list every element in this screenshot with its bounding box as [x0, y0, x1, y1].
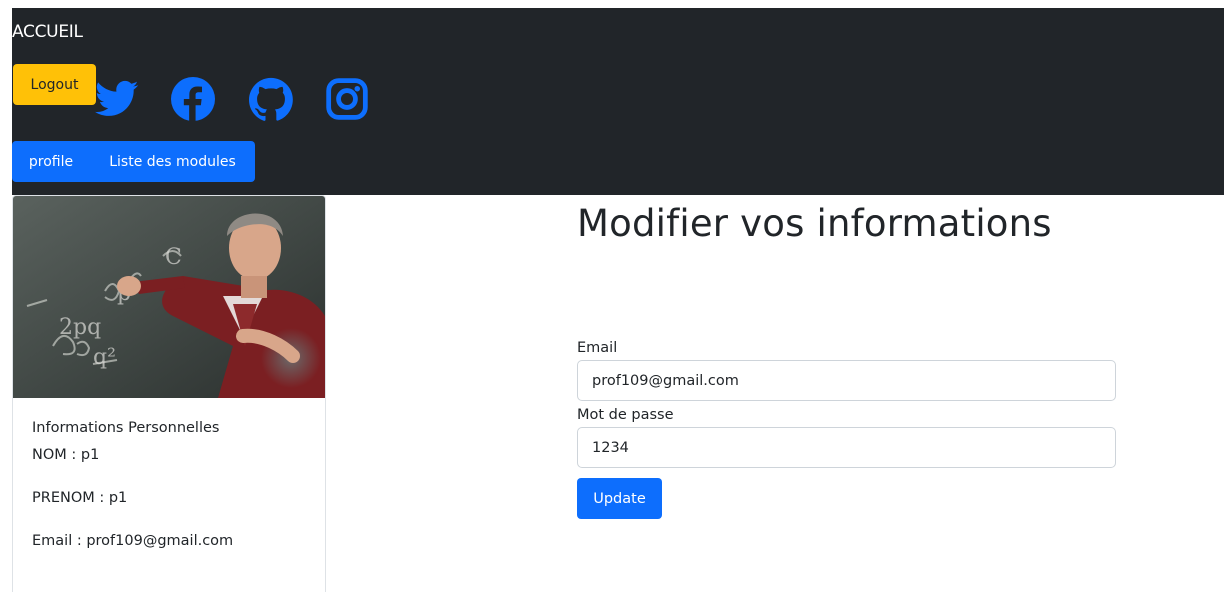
profile-nav-button[interactable]: profile [12, 141, 90, 182]
svg-text:2pq: 2pq [59, 315, 101, 340]
password-input[interactable] [577, 427, 1116, 468]
email-label: Email [577, 340, 618, 356]
update-button[interactable]: Update [577, 478, 662, 519]
modules-list-nav-button[interactable]: Liste des modules [90, 141, 255, 182]
password-label: Mot de passe [577, 407, 674, 423]
top-navbar: ACCUEIL Logout profile Liste des modules [12, 8, 1224, 195]
logout-button[interactable]: Logout [13, 64, 96, 105]
profile-prenom: PRENOM : p1 [32, 490, 128, 506]
teacher-photo: p² 2pq q² C [13, 196, 325, 398]
profile-nom: NOM : p1 [32, 447, 100, 463]
brand-link[interactable]: ACCUEIL [12, 22, 83, 42]
svg-text:C: C [165, 245, 182, 270]
facebook-icon[interactable] [170, 76, 216, 122]
page-title: Modifier vos informations [577, 202, 1052, 245]
profile-email: Email : prof109@gmail.com [32, 533, 234, 549]
github-icon[interactable] [248, 76, 294, 122]
personal-info-title: Informations Personnelles [32, 420, 220, 436]
email-input[interactable] [577, 360, 1116, 401]
svg-text:q²: q² [93, 345, 116, 370]
twitter-icon[interactable] [94, 76, 140, 122]
profile-card: p² 2pq q² C Informations Personnelles NO… [12, 195, 326, 592]
instagram-icon[interactable] [324, 76, 370, 122]
